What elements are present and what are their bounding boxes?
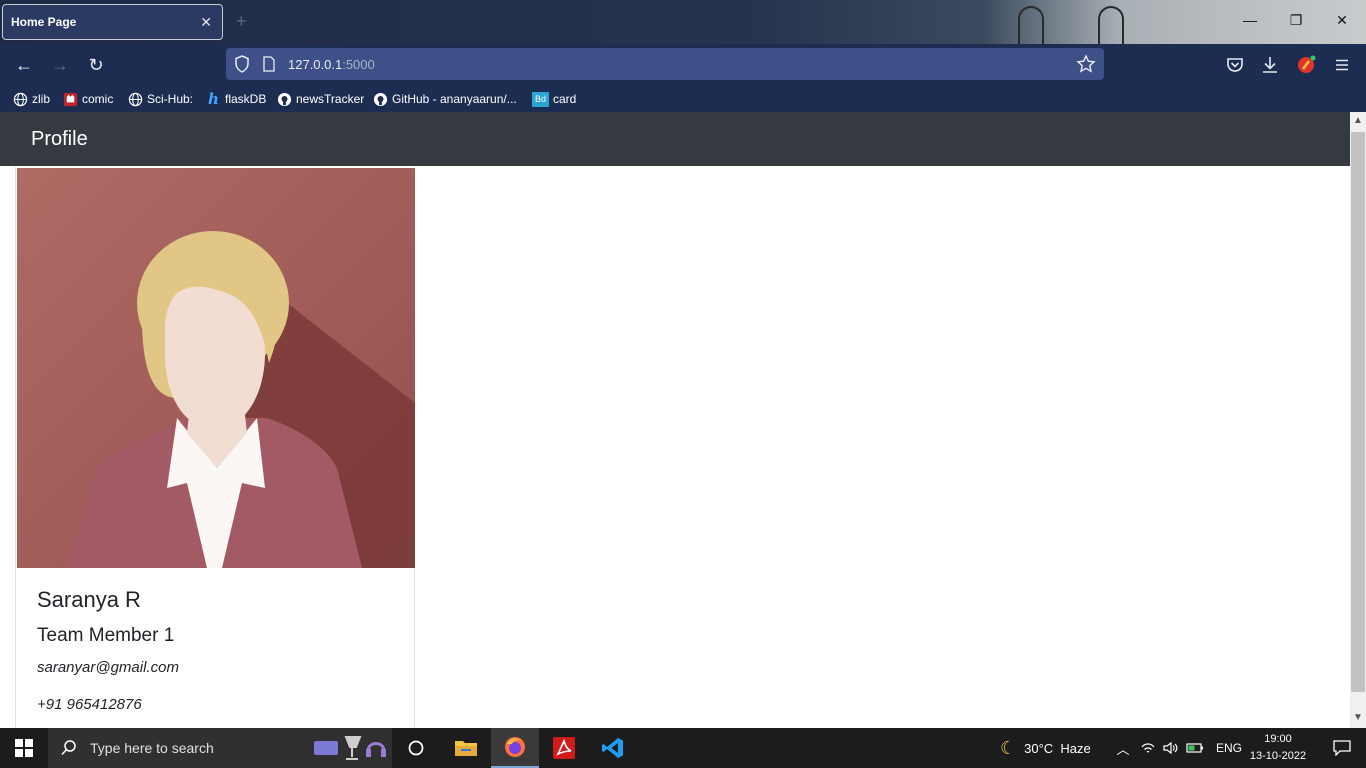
github-icon [277,92,292,106]
search-placeholder: Type here to search [90,740,214,756]
extension-icon[interactable] [1295,54,1317,76]
profile-avatar [17,168,415,568]
clock-time: 19:00 [1264,733,1292,745]
taskbar-acrobat[interactable] [540,728,588,768]
globe-icon [13,92,28,106]
bookmark-card[interactable]: Bd card [532,90,576,108]
bookmarks-bar: zlib comic Sci-Hub: h flaskDB newsTracke… [0,86,1366,112]
menu-icon[interactable] [1331,54,1353,76]
page-viewport: Profile Saranya R Team Member 1 saranyar… [0,112,1350,728]
reload-icon[interactable]: ↻ [83,53,109,77]
profile-card: Saranya R Team Member 1 saranyar@gmail.c… [15,167,415,728]
url-host: 127.0.0.1 [288,57,343,72]
browser-nav-bar: ← → ↻ 127.0.0.1:5000 [0,44,1366,86]
taskbar-file-explorer[interactable] [442,728,490,768]
bookmark-label: flaskDB [225,92,267,106]
scroll-thumb[interactable] [1351,132,1365,692]
comic-icon [63,92,78,106]
url-text[interactable]: 127.0.0.1:5000 [288,57,375,72]
scroll-down-icon[interactable]: ▼ [1350,712,1366,723]
folder-icon [455,741,477,756]
url-port: :5000 [342,57,375,72]
avatar-illustration [67,231,415,568]
search-icon [61,740,76,756]
windows-logo-icon [15,739,33,757]
weather-widget[interactable]: ☾ 30°C Haze [1000,728,1091,768]
task-view-icon [408,740,424,756]
wallpaper-ear-left [1018,6,1044,48]
taskbar-firefox[interactable] [491,728,539,768]
volume-icon[interactable] [1162,741,1180,755]
language-indicator[interactable]: ENG [1216,741,1242,755]
notification-icon [1333,740,1351,756]
close-window-icon[interactable]: ✕ [1332,12,1352,29]
page-scrollbar[interactable]: ▲ ▼ [1350,112,1366,728]
bookmark-comic[interactable]: comic [63,90,113,108]
task-view-button[interactable] [392,728,440,768]
browser-tab-strip: Home Page ✕ + — ❐ ✕ [0,0,1366,48]
clock-date: 13-10-2022 [1249,750,1307,762]
notifications-button[interactable] [1318,728,1366,768]
profile-role: Team Member 1 [37,625,175,646]
search-highlight-icon [314,736,386,760]
shield-icon[interactable] [234,55,250,73]
profile-phone: +91 965412876 [37,696,142,713]
system-tray-icons: ︿ ENG [1114,728,1242,768]
vscode-icon [602,738,623,758]
firefox-icon [505,737,525,757]
bookmark-flaskdb[interactable]: h flaskDB [206,90,266,108]
profile-email: saranyar@gmail.com [37,659,179,676]
weather-moon-icon: ☾ [1000,737,1017,758]
bookmark-label: Sci-Hub: [147,92,194,106]
start-button[interactable] [0,728,48,768]
tab-close-icon[interactable]: ✕ [200,14,212,31]
back-icon[interactable]: ← [11,53,37,77]
scroll-up-icon[interactable]: ▲ [1350,115,1366,126]
forward-icon[interactable]: → [47,53,73,77]
minimize-window-icon[interactable]: — [1240,12,1260,28]
taskbar-clock[interactable]: 19:00 13-10-2022 [1244,731,1312,765]
taskbar-vscode[interactable] [589,728,637,768]
bookmark-zlib[interactable]: zlib [13,90,50,108]
h-icon: h [208,90,219,108]
navbar-brand[interactable]: Profile [31,128,88,151]
downloads-icon[interactable] [1259,54,1281,76]
wallpaper-ear-right [1098,6,1124,48]
pocket-icon[interactable] [1224,54,1246,76]
weather-text: 30°C Haze [1024,740,1091,756]
bookmark-newstracker[interactable]: newsTracker [277,90,364,108]
address-bar[interactable]: 127.0.0.1:5000 [226,48,1104,80]
new-tab-icon[interactable]: + [236,11,247,32]
bd-icon: Bd [532,91,549,107]
bookmark-label: zlib [32,92,51,106]
github-icon [373,92,388,106]
show-hidden-icons-chevron-icon[interactable]: ︿ [1114,739,1132,758]
restore-window-icon[interactable]: ❐ [1286,12,1306,29]
windows-taskbar: Type here to search ☾ 30°C Haze ︿ ENG 19… [0,728,1366,768]
taskbar-search-box[interactable]: Type here to search [48,728,392,768]
acrobat-icon [553,737,575,759]
site-navbar: Profile [0,112,1350,166]
profile-name: Saranya R [37,587,141,612]
bookmark-github-ananyaarun[interactable]: GitHub - ananyaarun/... [373,90,517,108]
bookmark-label: GitHub - ananyaarun/... [392,92,517,106]
bookmark-label: comic [82,92,114,106]
globe-icon [128,92,143,106]
tab-title: Home Page [11,15,77,29]
bookmark-star-icon[interactable] [1076,54,1096,74]
battery-icon[interactable] [1186,742,1204,754]
wifi-icon[interactable] [1140,741,1156,755]
browser-tab-home-page[interactable]: Home Page ✕ [2,4,223,40]
bookmark-label: newsTracker [296,92,365,106]
page-icon [263,56,275,72]
profile-card-body: Saranya R Team Member 1 saranyar@gmail.c… [37,587,397,713]
bookmark-label: card [553,92,577,106]
bookmark-sci-hub[interactable]: Sci-Hub: [128,90,193,108]
